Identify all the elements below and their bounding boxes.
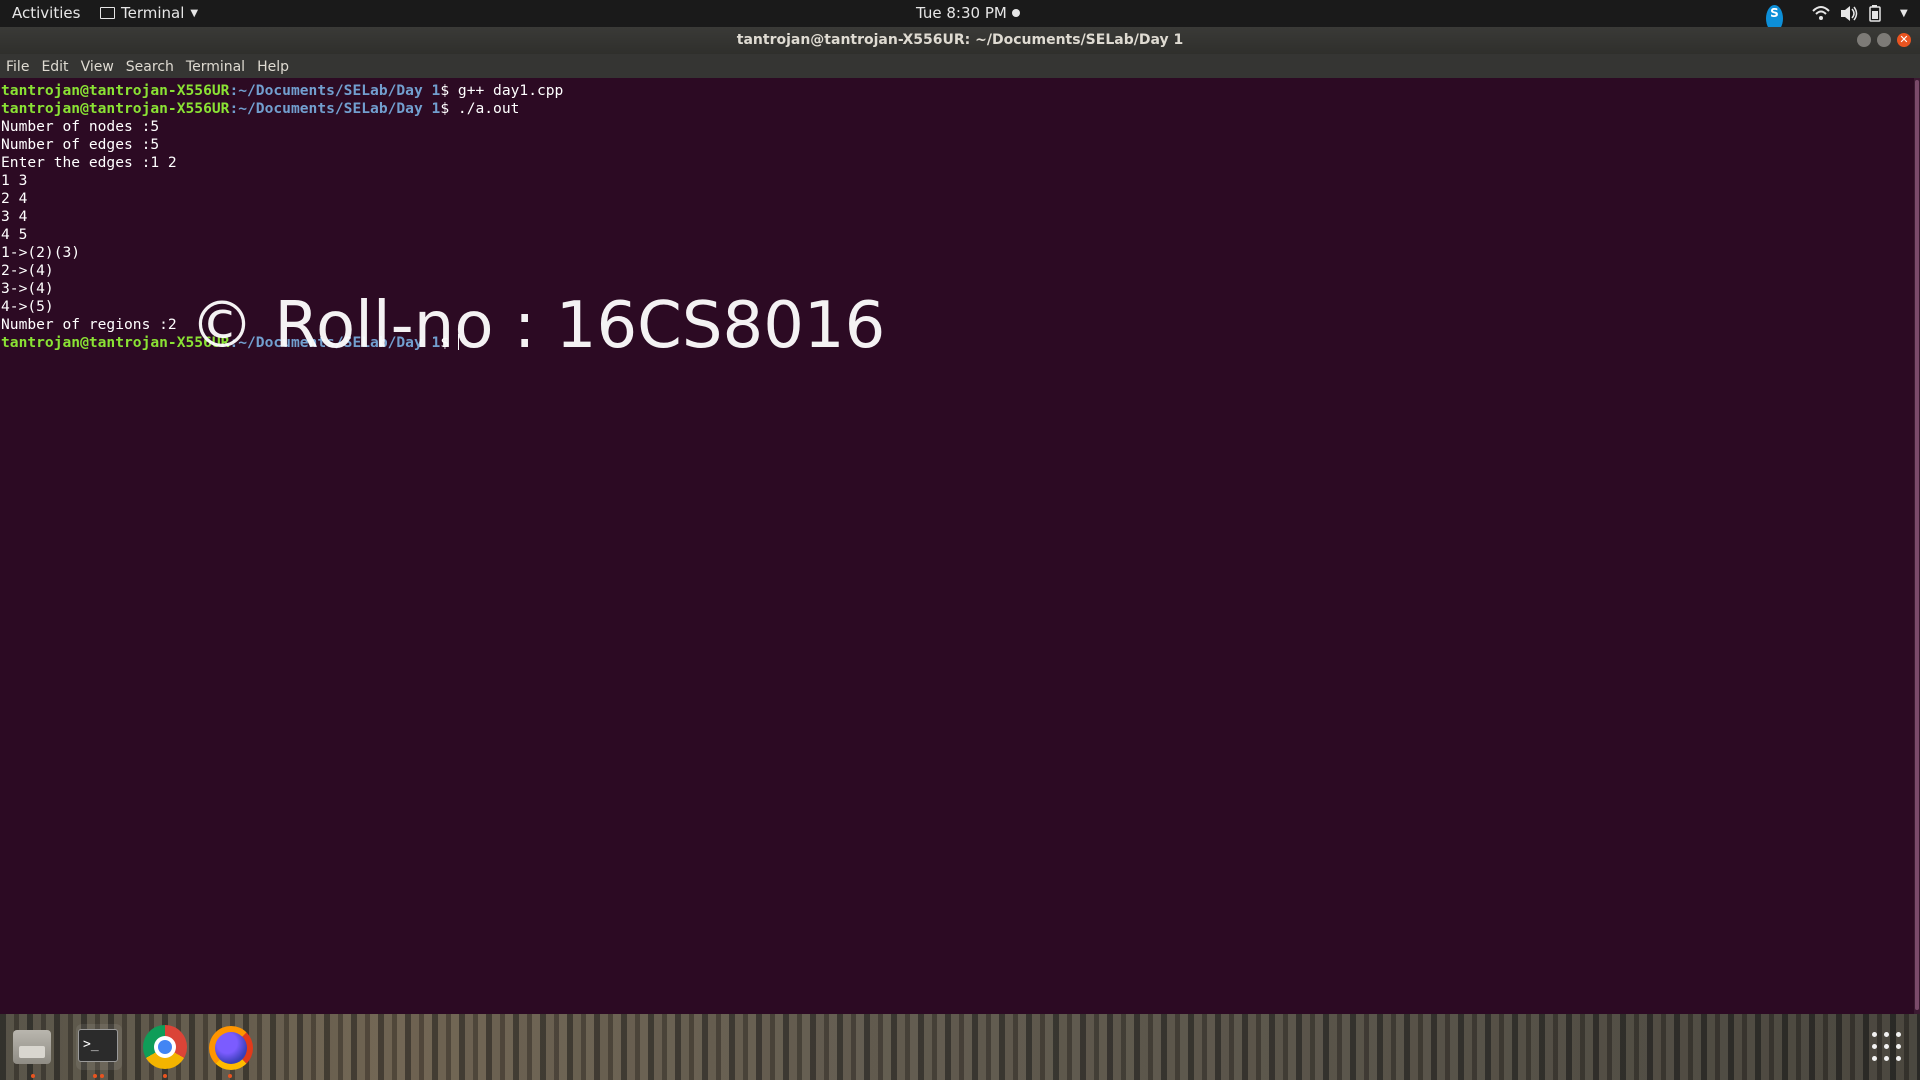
menu-file[interactable]: File xyxy=(0,54,35,78)
clock[interactable]: Tue 8:30 PM xyxy=(916,0,1020,27)
battery-icon[interactable] xyxy=(1868,0,1882,27)
wallpaper-strip xyxy=(0,1014,1920,1080)
window-titlebar[interactable]: tantrojan@tantrojan-X556UR: ~/Documents/… xyxy=(0,27,1920,54)
output-line: Number of edges :5 xyxy=(1,136,160,153)
terminal-glyph: >_ xyxy=(78,1029,118,1062)
menu-help[interactable]: Help xyxy=(251,54,295,78)
prompt-path: :~/Documents/SELab/Day 1 xyxy=(229,334,441,351)
output-line: 2->(4) xyxy=(1,262,54,279)
menu-edit[interactable]: Edit xyxy=(35,54,74,78)
prompt-path: :~/Documents/SELab/Day 1 xyxy=(229,100,441,117)
prompt-line: tantrojan@tantrojan-X556UR:~/Documents/S… xyxy=(1,334,459,351)
prompt-user: tantrojan@tantrojan-X556UR xyxy=(1,100,230,117)
app-menu[interactable]: Terminal ▼ xyxy=(100,0,198,27)
prompt-symbol: $ xyxy=(440,100,458,117)
volume-icon[interactable] xyxy=(1840,0,1858,27)
output-line: 1->(2)(3) xyxy=(1,244,81,261)
system-menu-caret-icon[interactable]: ▼ xyxy=(1894,0,1908,27)
menu-view[interactable]: View xyxy=(75,54,120,78)
dock: >_ xyxy=(0,1014,1920,1080)
chrome-icon[interactable] xyxy=(142,1024,188,1078)
close-button[interactable]: ✕ xyxy=(1897,33,1911,47)
minimize-button[interactable] xyxy=(1857,33,1871,47)
output-line: Number of nodes :5 xyxy=(1,118,160,135)
output-line: 3 4 xyxy=(1,208,28,225)
notification-dot-icon xyxy=(1011,8,1020,17)
prompt-line: tantrojan@tantrojan-X556UR:~/Documents/S… xyxy=(1,82,563,99)
output-line: Enter the edges :1 2 xyxy=(1,154,177,171)
output-line: 3->(4) xyxy=(1,280,54,297)
files-icon[interactable] xyxy=(10,1024,56,1078)
prompt-user: tantrojan@tantrojan-X556UR xyxy=(1,82,230,99)
terminal-area[interactable]: tantrojan@tantrojan-X556UR:~/Documents/S… xyxy=(0,78,1914,1014)
output-line: Number of regions :2 xyxy=(1,316,177,333)
prompt-path: :~/Documents/SELab/Day 1 xyxy=(229,82,441,99)
prompt-user: tantrojan@tantrojan-X556UR xyxy=(1,334,230,351)
maximize-button[interactable] xyxy=(1877,33,1891,47)
wifi-icon[interactable] xyxy=(1812,0,1830,27)
terminal-output: tantrojan@tantrojan-X556UR:~/Documents/S… xyxy=(0,78,1914,352)
firefox-icon[interactable] xyxy=(207,1024,253,1078)
prompt-symbol: $ xyxy=(440,334,458,351)
menu-search[interactable]: Search xyxy=(120,54,180,78)
caret-down-icon: ▼ xyxy=(190,8,199,19)
terminal-scrollbar[interactable] xyxy=(1914,78,1920,1014)
clock-label: Tue 8:30 PM xyxy=(916,4,1007,22)
top-bar: Activities Terminal ▼ Tue 8:30 PM S ▼ xyxy=(0,0,1920,32)
terminal-icon[interactable]: >_ xyxy=(76,1024,122,1078)
menu-terminal[interactable]: Terminal xyxy=(180,54,251,78)
command-text: ./a.out xyxy=(457,100,520,117)
command-text: g++ day1.cpp xyxy=(457,82,564,99)
output-line: 4->(5) xyxy=(1,298,54,315)
output-line: 1 3 xyxy=(1,172,28,189)
prompt-line: tantrojan@tantrojan-X556UR:~/Documents/S… xyxy=(1,100,519,117)
scrollbar-thumb[interactable] xyxy=(1915,80,1919,1010)
menu-bar: File Edit View Search Terminal Help xyxy=(0,54,1920,78)
show-applications-icon[interactable] xyxy=(1872,1032,1902,1062)
activities-button[interactable]: Activities xyxy=(12,0,80,27)
text-cursor xyxy=(457,334,459,350)
terminal-app-icon xyxy=(100,6,115,19)
prompt-symbol: $ xyxy=(440,82,458,99)
window-title: tantrojan@tantrojan-X556UR: ~/Documents/… xyxy=(736,32,1184,48)
app-menu-label: Terminal xyxy=(121,4,185,22)
output-line: 4 5 xyxy=(1,226,28,243)
output-line: 2 4 xyxy=(1,190,28,207)
